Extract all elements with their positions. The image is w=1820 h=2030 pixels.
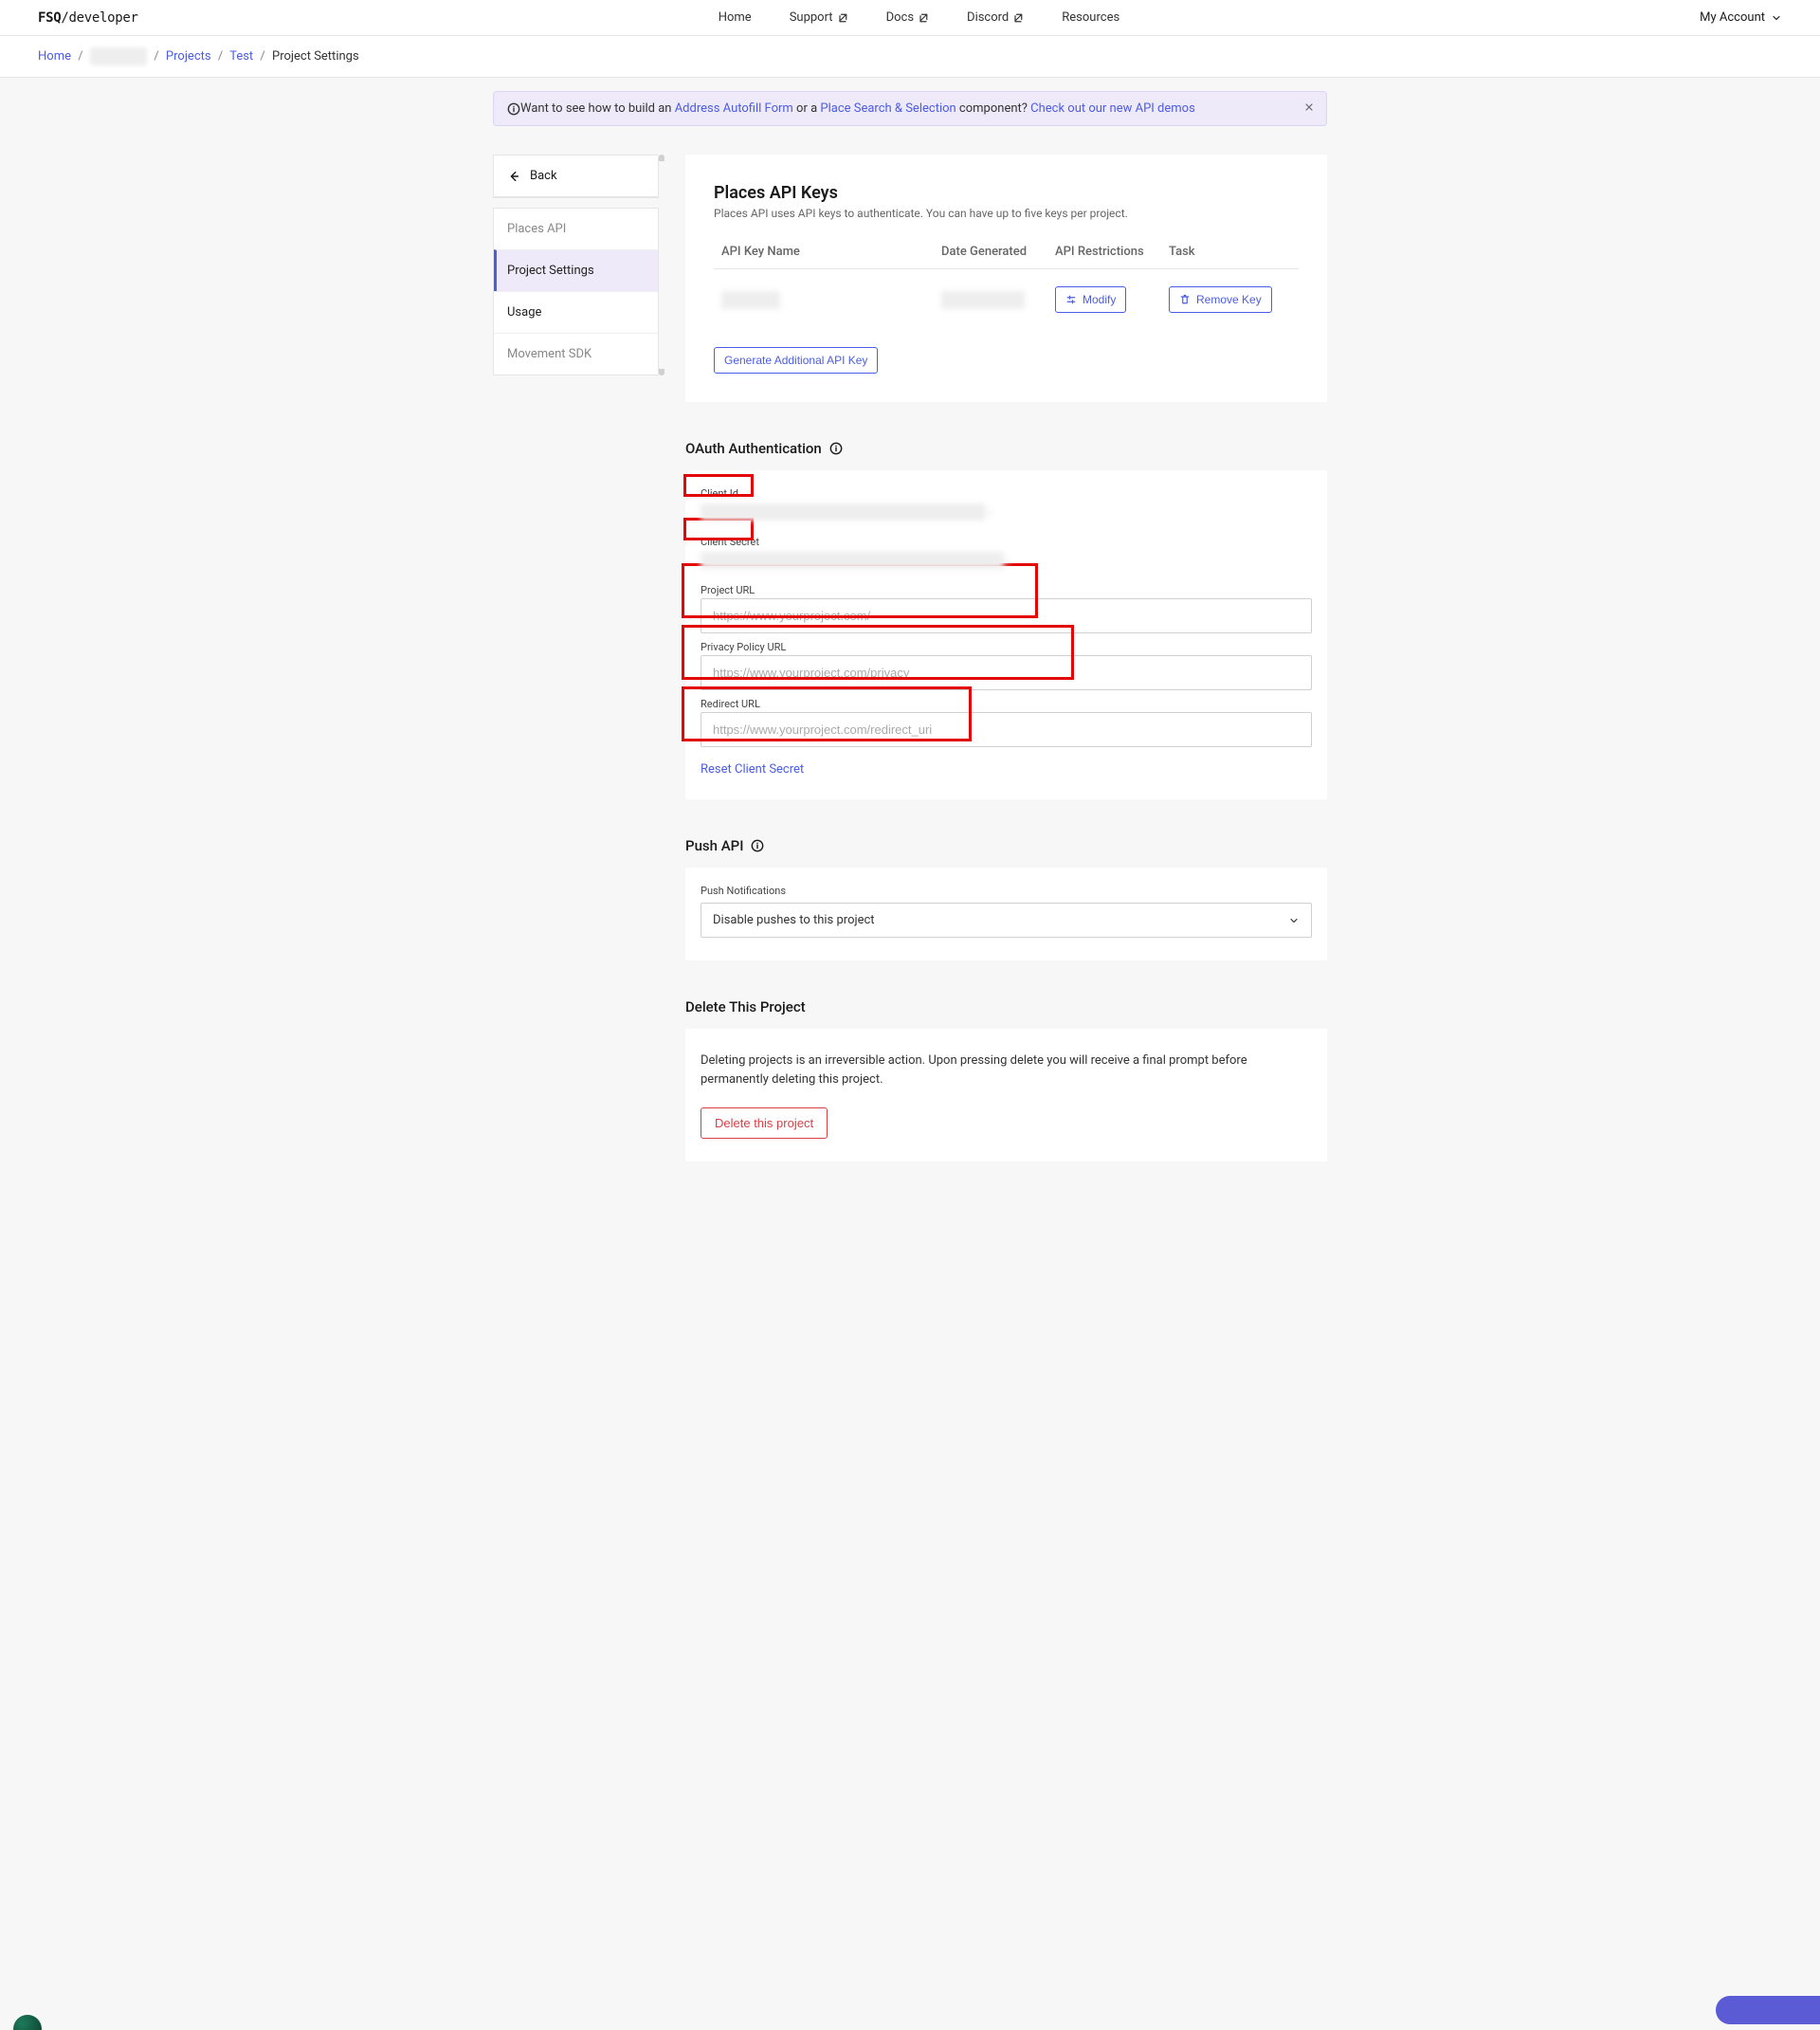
breadcrumb-test[interactable]: Test xyxy=(229,49,253,64)
project-url-input[interactable] xyxy=(701,598,1312,633)
api-keys-table: API Key Name Date Generated API Restrict… xyxy=(714,245,1299,330)
breadcrumb-org-redacted: xxxxx xyxy=(90,47,147,65)
sidebar-back[interactable]: Back xyxy=(494,155,658,197)
top-nav: FSQ/developer Home Support Docs Discord … xyxy=(0,0,1820,36)
api-keys-sub: Places API uses API keys to authenticate… xyxy=(714,207,1299,220)
nav-center: Home Support Docs Discord Resources xyxy=(719,10,1119,25)
push-api-card: Push Notifications Disable pushes to thi… xyxy=(685,868,1327,960)
alert-link-demos[interactable]: Check out our new API demos xyxy=(1030,101,1195,116)
nav-resources[interactable]: Resources xyxy=(1062,10,1119,25)
push-label: Push Notifications xyxy=(701,885,1312,897)
external-link-icon xyxy=(837,12,848,24)
col-date: Date Generated xyxy=(941,245,1055,259)
api-keys-heading: Places API Keys xyxy=(714,183,1299,203)
api-keys-card: Places API Keys Places API uses API keys… xyxy=(685,155,1327,402)
alert-link-autofill[interactable]: Address Autofill Form xyxy=(675,101,793,116)
logo-sep: / xyxy=(61,10,68,26)
col-restr: API Restrictions xyxy=(1055,245,1169,259)
sidebar-item-project-settings[interactable]: Project Settings xyxy=(494,249,658,291)
sliders-icon xyxy=(1065,294,1077,305)
key-name-redacted: xxxx xyxy=(721,291,780,309)
account-label: My Account xyxy=(1700,10,1765,25)
arrow-left-icon xyxy=(507,170,520,183)
info-icon xyxy=(751,839,764,852)
table-head: API Key Name Date Generated API Restrict… xyxy=(714,245,1299,269)
delete-desc: Deleting projects is an irreversible act… xyxy=(701,1052,1312,1088)
chevron-down-icon xyxy=(1288,915,1300,926)
generate-api-key-button[interactable]: Generate Additional API Key xyxy=(714,347,878,374)
nav-docs[interactable]: Docs xyxy=(886,10,929,25)
client-secret-label: Client Secret xyxy=(701,536,1312,548)
breadcrumb-sep: / xyxy=(218,49,223,64)
breadcrumb-sep: / xyxy=(154,49,158,64)
push-api-heading: Push API xyxy=(685,837,1327,854)
breadcrumb-current: Project Settings xyxy=(272,49,359,64)
client-secret-redacted: xxxxxxxxxxxxxxxxxxxxxxxxxxxxxxxxxxxxxxxx… xyxy=(701,552,1004,569)
external-link-icon xyxy=(1012,12,1024,24)
help-bubble[interactable] xyxy=(13,2015,42,2030)
breadcrumb: Home / xxxxx / Projects / Test / Project… xyxy=(0,36,1820,78)
breadcrumb-sep: / xyxy=(78,49,82,64)
account-menu[interactable]: My Account xyxy=(1700,10,1782,25)
key-date-redacted: xxxxxxxx xyxy=(941,291,1025,309)
chat-pill[interactable] xyxy=(1716,1996,1820,2024)
logo[interactable]: FSQ/developer xyxy=(38,10,138,26)
breadcrumb-projects[interactable]: Projects xyxy=(166,49,211,64)
privacy-url-label: Privacy Policy URL xyxy=(701,641,1312,653)
remove-key-button[interactable]: Remove Key xyxy=(1169,286,1272,313)
logo-dev: developer xyxy=(69,10,138,26)
sidebar-item-usage[interactable]: Usage xyxy=(494,291,658,333)
sidebar-item-movement-sdk[interactable]: Movement SDK xyxy=(494,333,658,375)
sidebar: Back Places API Project Settings Usage M… xyxy=(493,155,659,375)
delete-card: Deleting projects is an irreversible act… xyxy=(685,1029,1327,1161)
oauth-heading: OAuth Authentication xyxy=(685,440,1327,457)
breadcrumb-home[interactable]: Home xyxy=(38,49,71,64)
col-name: API Key Name xyxy=(714,245,941,259)
project-url-field: Project URL xyxy=(701,584,1312,633)
sidebar-back-label: Back xyxy=(530,169,557,183)
promo-alert: Want to see how to build an Address Auto… xyxy=(493,91,1327,126)
client-id-redacted: xxxxxxxxxxxxxxxxxxxxxxxxxxxxxxxxxxxxxxxx… xyxy=(701,503,985,521)
reset-client-secret-link[interactable]: Reset Client Secret xyxy=(701,762,804,777)
client-id-label: Client Id xyxy=(701,487,1312,500)
alert-close-button[interactable] xyxy=(1303,101,1315,117)
redirect-url-field: Redirect URL xyxy=(701,698,1312,747)
sidebar-item-places-api[interactable]: Places API xyxy=(494,209,658,249)
info-icon xyxy=(507,102,520,116)
nav-support[interactable]: Support xyxy=(790,10,848,25)
oauth-card: Client Id xxxxxxxxxxxxxxxxxxxxxxxxxxxxxx… xyxy=(685,470,1327,799)
table-row: xxxx xxxxxxxx Modify xyxy=(714,269,1299,330)
logo-fsq: FSQ xyxy=(38,10,61,26)
push-select-value: Disable pushes to this project xyxy=(713,913,875,927)
external-link-icon xyxy=(918,12,929,24)
chevron-down-icon xyxy=(1771,12,1782,24)
nav-discord[interactable]: Discord xyxy=(967,10,1024,25)
privacy-url-field: Privacy Policy URL xyxy=(701,641,1312,690)
trash-icon xyxy=(1179,294,1191,305)
delete-heading: Delete This Project xyxy=(685,998,1327,1015)
breadcrumb-sep: / xyxy=(260,49,264,64)
main-content: Places API Keys Places API uses API keys… xyxy=(685,155,1327,1199)
nav-home[interactable]: Home xyxy=(719,10,752,25)
redirect-url-input[interactable] xyxy=(701,712,1312,747)
push-select[interactable]: Disable pushes to this project xyxy=(701,903,1312,938)
client-id-field: Client Id xxxxxxxxxxxxxxxxxxxxxxxxxxxxxx… xyxy=(701,487,1312,528)
project-url-label: Project URL xyxy=(701,584,1312,596)
close-icon xyxy=(1303,101,1315,113)
redirect-url-label: Redirect URL xyxy=(701,698,1312,710)
info-icon xyxy=(829,442,843,455)
alert-text: Want to see how to build an Address Auto… xyxy=(520,101,1195,116)
delete-project-button[interactable]: Delete this project xyxy=(701,1107,828,1139)
col-task: Task xyxy=(1169,245,1299,259)
privacy-url-input[interactable] xyxy=(701,655,1312,690)
alert-link-search[interactable]: Place Search & Selection xyxy=(820,101,956,116)
client-secret-field: Client Secret xxxxxxxxxxxxxxxxxxxxxxxxxx… xyxy=(701,536,1312,576)
modify-button[interactable]: Modify xyxy=(1055,286,1126,313)
